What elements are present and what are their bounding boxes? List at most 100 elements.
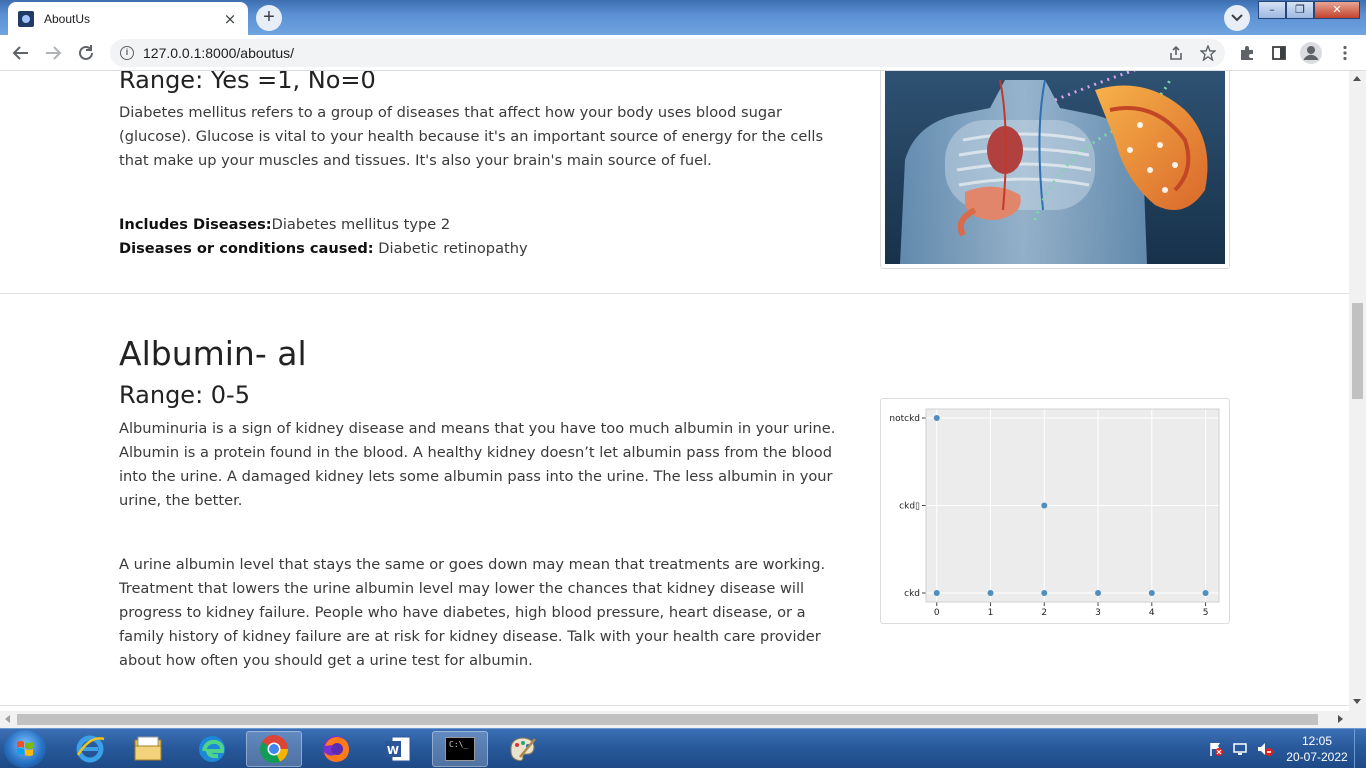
reload-icon [79, 45, 93, 60]
more-menu-icon[interactable] [1336, 44, 1354, 62]
x-tick-label: 1 [988, 608, 994, 618]
new-tab-button[interactable]: + [256, 5, 282, 31]
internet-explorer-icon [76, 735, 105, 763]
y-tick-label: ckd [904, 589, 920, 599]
file-explorer-taskbar-button[interactable] [120, 731, 176, 767]
scroll-up-arrow-icon[interactable] [1353, 76, 1361, 81]
data-point [1202, 590, 1209, 596]
section-divider-bottom [0, 705, 1349, 706]
x-tick-label: 4 [1149, 608, 1155, 618]
bookmark-star-icon[interactable] [1199, 44, 1217, 62]
minimize-button[interactable]: – [1258, 1, 1286, 19]
albumin-range-heading: Range: 0-5 [119, 381, 250, 409]
side-panel-icon[interactable] [1270, 44, 1288, 62]
word-icon: W [385, 736, 411, 762]
paint-taskbar-button[interactable] [494, 731, 550, 767]
clock-time: 12:05 [1301, 734, 1333, 748]
close-window-button[interactable]: ✕ [1314, 1, 1360, 19]
x-tick-label: 5 [1203, 608, 1209, 618]
firefox-taskbar-button[interactable] [308, 731, 364, 767]
edge-icon [199, 736, 225, 762]
chrome-taskbar-button[interactable] [246, 731, 302, 767]
internet-explorer-taskbar-button[interactable] [62, 731, 118, 767]
browser-toolbar: i 127.0.0.1:8000/aboutus/ [0, 35, 1366, 71]
x-tick-label: 2 [1041, 608, 1047, 618]
y-tick-label: ckd▯ [899, 502, 920, 512]
scroll-right-arrow-icon[interactable] [1338, 715, 1343, 723]
url-text[interactable]: 127.0.0.1:8000/aboutus/ [143, 45, 294, 61]
tab-title: AboutUs [44, 11, 91, 26]
folder-icon [134, 736, 162, 761]
paint-icon [510, 737, 536, 762]
window-controls: – ❐ ✕ [1258, 1, 1360, 19]
svg-text:W: W [387, 744, 399, 757]
causes-value: Diabetic retinopathy [373, 240, 528, 257]
data-point [1148, 590, 1155, 596]
scroll-left-arrow-icon[interactable] [5, 715, 10, 723]
horizontal-scrollbar[interactable] [0, 711, 1349, 728]
cmd-icon: C:\_ [445, 737, 475, 761]
cmd-label: C:\_ [449, 740, 469, 749]
forward-button[interactable] [40, 40, 66, 66]
y-tick-label: notckd [889, 414, 920, 424]
vertical-scroll-thumb[interactable] [1352, 303, 1363, 399]
site-info-icon[interactable]: i [120, 46, 134, 60]
arrow-right-icon [46, 46, 62, 60]
scrollbar-corner [1349, 711, 1366, 728]
diabetes-description: Diabetes mellitus refers to a group of d… [119, 104, 824, 169]
data-point [1041, 590, 1048, 596]
albumin-paragraph-2: A urine albumin level that stays the sam… [119, 556, 826, 669]
scroll-down-arrow-icon[interactable] [1353, 699, 1361, 704]
restore-button[interactable]: ❐ [1286, 1, 1314, 19]
volume-muted-icon[interactable] [1256, 741, 1274, 757]
chrome-icon [260, 735, 288, 764]
vertical-scrollbar[interactable] [1349, 71, 1366, 711]
firefox-icon [323, 736, 349, 762]
albumin-scatter-chart: 0 1 2 3 4 5 ckd ckd▯ notckd [889, 408, 1220, 618]
diabetes-image-card [880, 71, 1230, 269]
data-point [1041, 502, 1048, 509]
action-center-flag-icon[interactable] [1208, 741, 1224, 757]
word-taskbar-button[interactable]: W [370, 731, 426, 767]
tab-aboutus[interactable]: AboutUs × [8, 2, 248, 35]
section-divider [0, 293, 1349, 294]
causes-label: Diseases or conditions caused: [119, 240, 374, 257]
reload-button[interactable] [73, 40, 99, 66]
diabetes-causes-line: Diseases or conditions caused: Diabetic … [119, 237, 847, 261]
site-favicon-icon [18, 10, 34, 27]
share-icon[interactable] [1167, 44, 1185, 62]
clock-date: 20-07-2022 [1286, 750, 1348, 764]
profile-avatar-icon[interactable] [1300, 42, 1322, 64]
edge-taskbar-button[interactable] [184, 731, 240, 767]
includes-value: Diabetes mellitus type 2 [271, 216, 451, 233]
arrow-left-icon [12, 46, 28, 60]
data-point [987, 590, 994, 596]
windows-logo-icon [17, 741, 33, 756]
albumin-chart-card: 0 1 2 3 4 5 ckd ckd▯ notckd [880, 398, 1230, 624]
albumin-paragraph-1: Albuminuria is a sign of kidney disease … [119, 420, 836, 509]
data-point [933, 415, 940, 421]
browser-title-bar: AboutUs × + – ❐ ✕ [0, 0, 1366, 35]
taskbar-clock[interactable]: 12:05 20-07-2022 [1282, 733, 1352, 765]
diabetes-illustration [885, 71, 1225, 264]
extensions-puzzle-icon[interactable] [1238, 44, 1256, 62]
data-point [1095, 590, 1102, 596]
tab-close-icon[interactable]: × [222, 11, 238, 27]
back-button[interactable] [8, 40, 34, 66]
page-viewport: Range: Yes =1, No=0 Diabetes mellitus re… [0, 71, 1349, 711]
x-tick-label: 0 [934, 608, 940, 618]
albumin-title: Albumin- al [119, 334, 307, 373]
system-tray: 12:05 20-07-2022 [1208, 729, 1366, 768]
tab-search-button[interactable] [1224, 5, 1250, 31]
network-icon[interactable] [1232, 741, 1248, 757]
address-bar[interactable]: i 127.0.0.1:8000/aboutus/ [110, 39, 1225, 67]
diabetes-includes-line: Includes Diseases:Diabetes mellitus type… [119, 213, 847, 237]
data-point [933, 590, 940, 596]
diabetes-range-heading: Range: Yes =1, No=0 [119, 71, 376, 94]
cmd-taskbar-button[interactable]: C:\_ [432, 731, 488, 767]
start-button[interactable] [4, 730, 46, 768]
show-desktop-button[interactable] [1354, 729, 1366, 768]
includes-label: Includes Diseases: [119, 216, 272, 233]
horizontal-scroll-thumb[interactable] [17, 714, 1318, 725]
x-tick-label: 3 [1095, 608, 1101, 618]
